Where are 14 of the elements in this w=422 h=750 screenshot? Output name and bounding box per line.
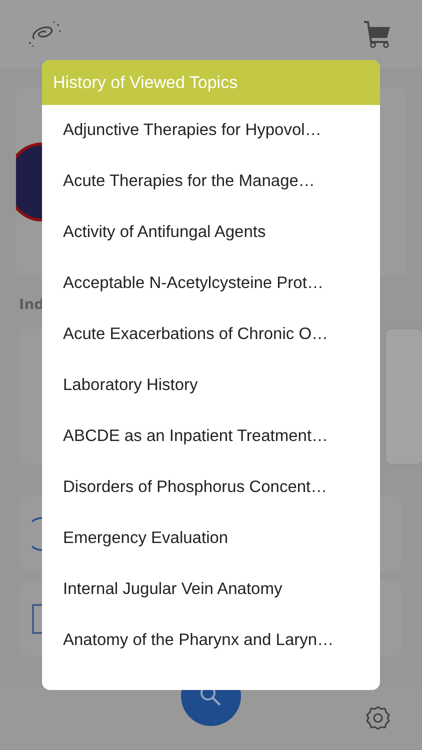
popup-title: History of Viewed Topics: [42, 60, 380, 105]
topic-item[interactable]: Disorders of Phosphorus Concent…: [42, 462, 380, 513]
topic-item[interactable]: Acute Exacerbations of Chronic O…: [42, 309, 380, 360]
topic-item[interactable]: Acute Therapies for the Manage…: [42, 156, 380, 207]
topic-item[interactable]: Internal Jugular Vein Anatomy: [42, 564, 380, 615]
topic-item[interactable]: Anatomy of the Pharynx and Laryn…: [42, 615, 380, 666]
topic-item[interactable]: Acceptable N-Acetylcysteine Prot…: [42, 258, 380, 309]
topic-item[interactable]: Laboratory History: [42, 360, 380, 411]
topic-item[interactable]: Emergency Evaluation: [42, 513, 380, 564]
topic-item[interactable]: ABCDE as an Inpatient Treatment…: [42, 411, 380, 462]
cart-icon[interactable]: [362, 20, 392, 48]
topic-item[interactable]: Adjunctive Therapies for Hypovol…: [42, 105, 380, 156]
settings-icon[interactable]: [365, 705, 391, 731]
topic-item[interactable]: Activity of Antifungal Agents: [42, 207, 380, 258]
